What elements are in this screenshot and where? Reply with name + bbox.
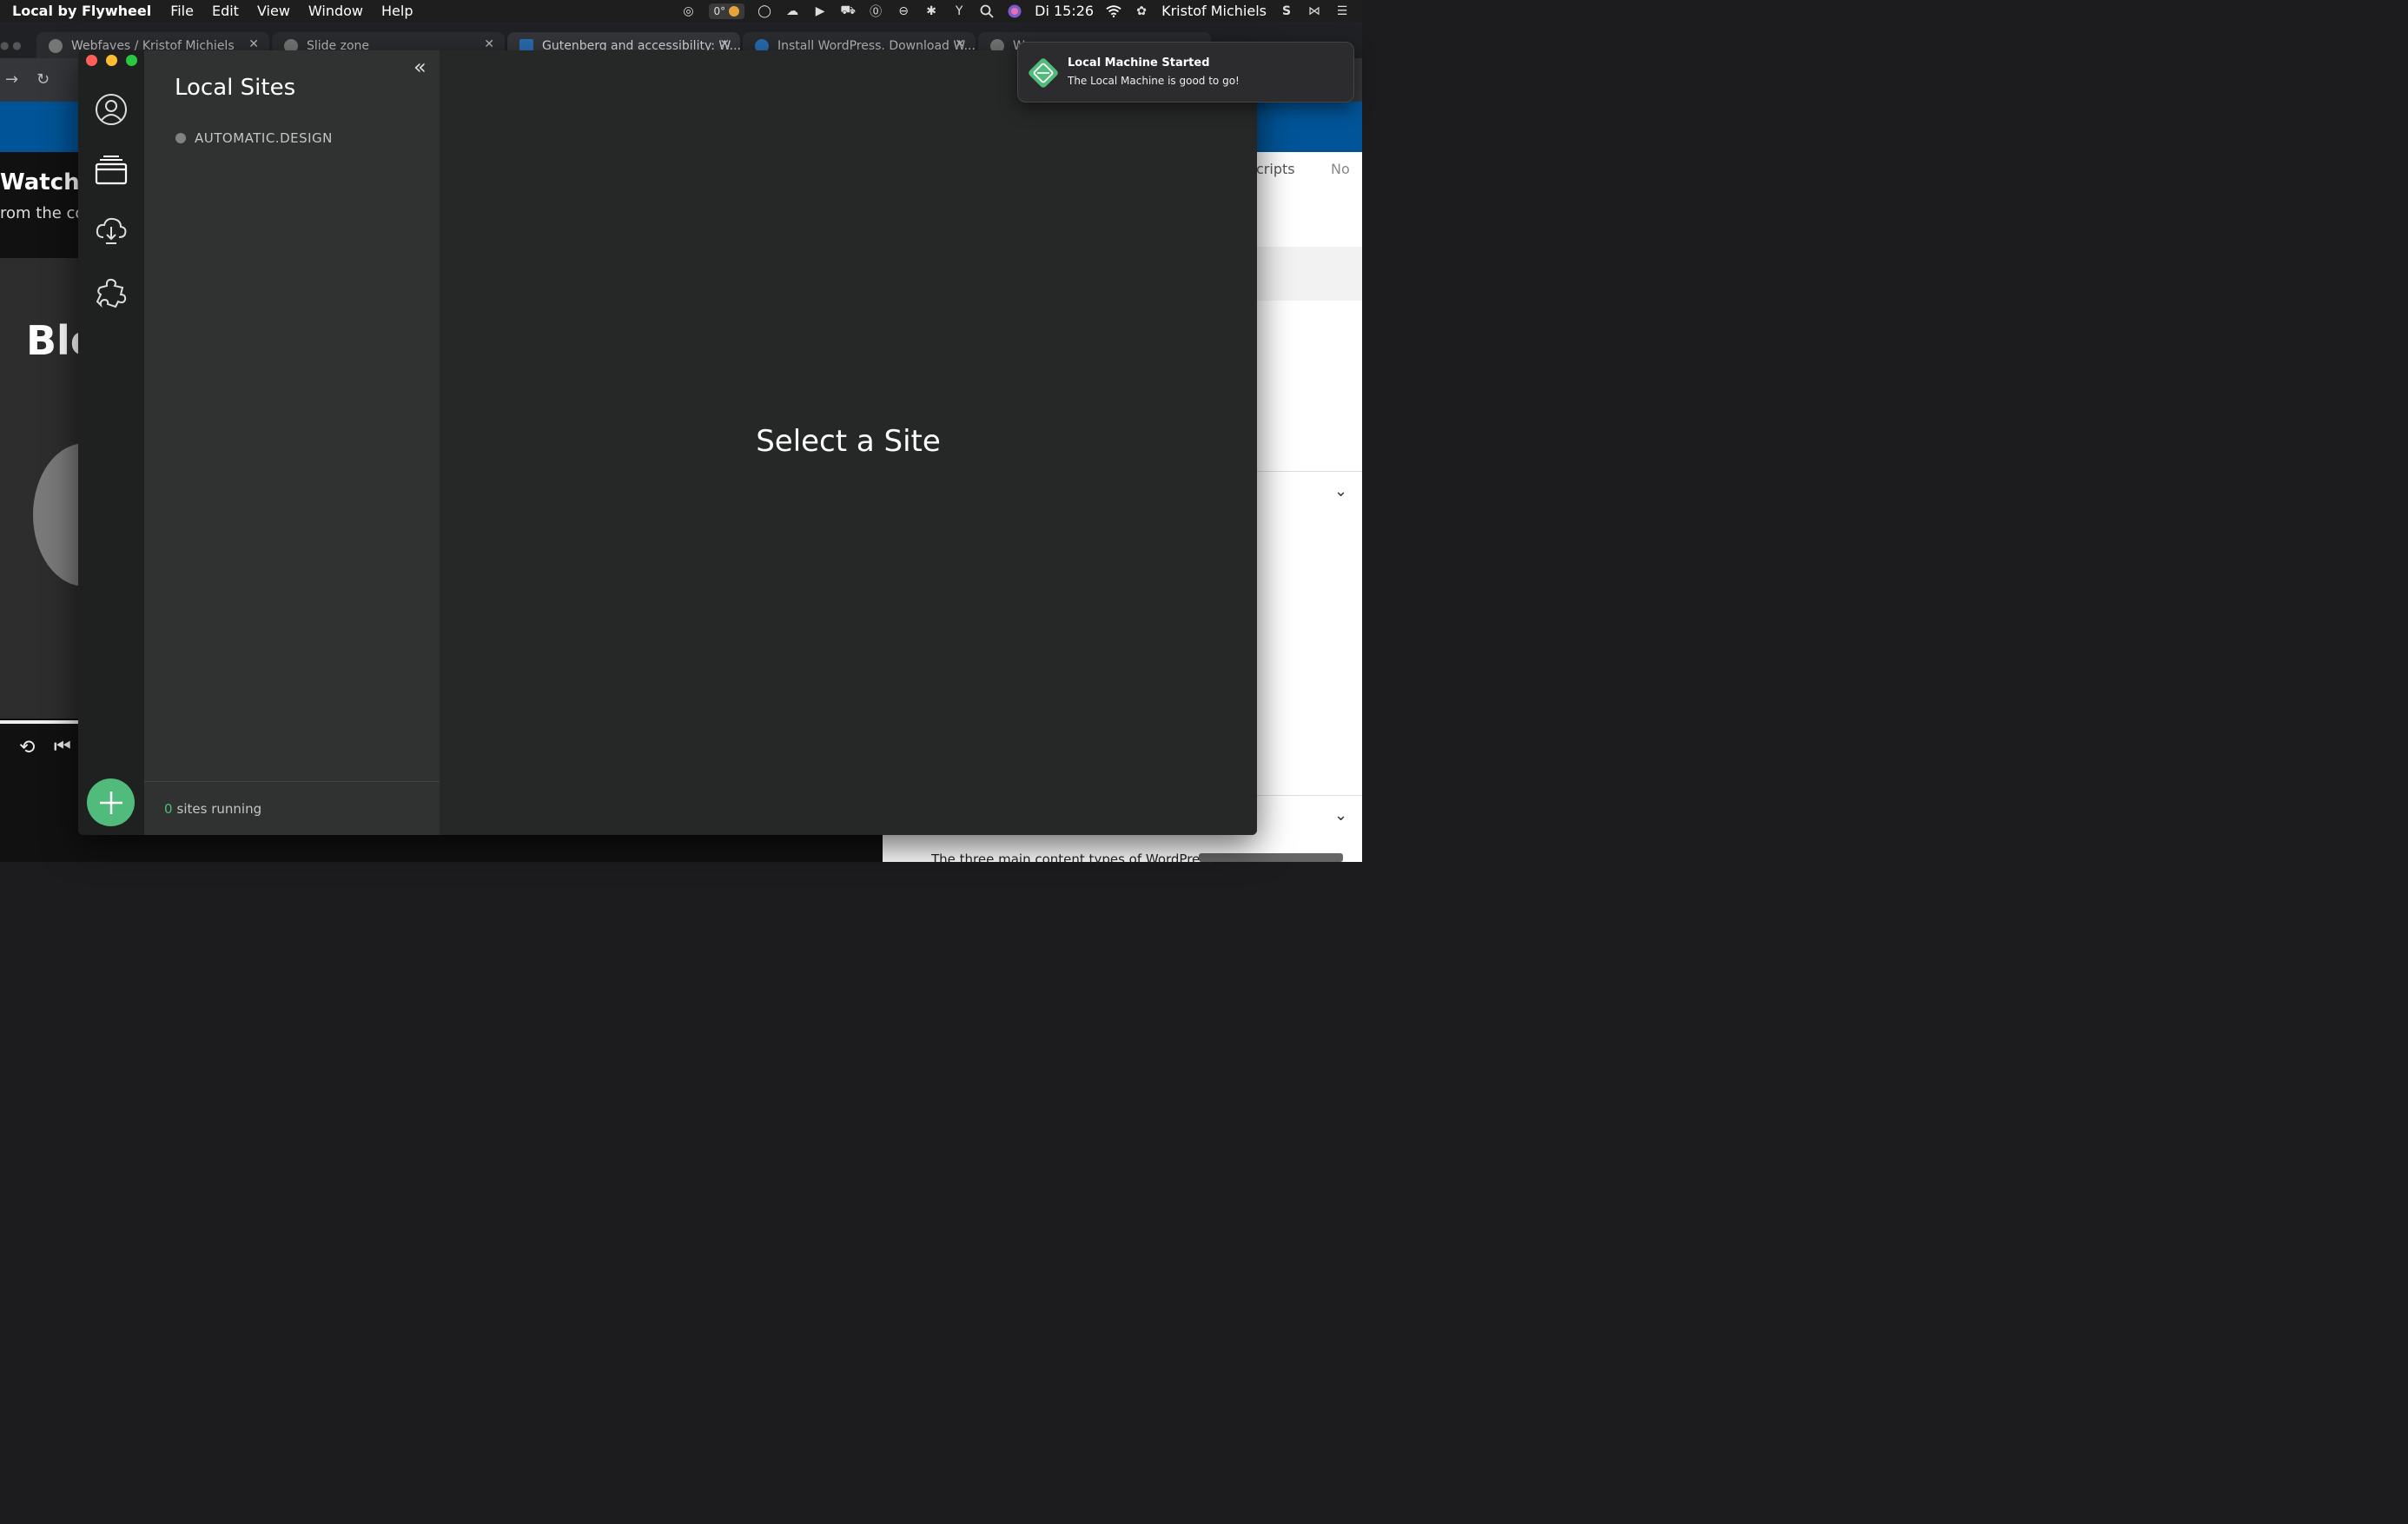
siri-icon[interactable] [1007,4,1022,18]
menu-extras: ◎ 0° ◯ ☁ ▶ ⛟ ⓪ ⊖ ✱ Y Di 15:26 ✿ Kristof … [681,3,1351,19]
notification-title: Local Machine Started [1068,56,1210,70]
notification-center-icon[interactable]: ☰ [1334,4,1350,18]
empty-state-message: Select a Site [756,424,941,459]
nav-addons[interactable] [94,275,129,309]
window-traffic-lights [86,55,137,66]
horizontal-scrollbar[interactable] [1199,853,1343,862]
close-icon[interactable]: ✕ [955,37,965,51]
reload-icon[interactable]: ↻ [36,70,50,89]
chevron-down-icon[interactable]: ⌄ [1334,482,1347,500]
menu-help[interactable]: Help [381,3,413,19]
site-status-dot [175,133,186,143]
forward-arrow-icon[interactable]: → [5,70,18,89]
toggle-icon[interactable]: ⊖ [896,4,911,18]
clock-text[interactable]: Di 15:26 [1035,3,1094,19]
wifi-icon[interactable] [1106,4,1121,18]
divider [1256,471,1362,472]
close-icon[interactable]: ✕ [248,37,259,51]
chevron-down-icon[interactable]: ⌄ [1334,806,1347,825]
plus-icon [99,791,122,814]
forklift-icon[interactable]: ⛟ [840,3,856,18]
panel-title: Local Sites [175,75,296,101]
globe-icon [49,39,63,53]
highlighted-row [1256,247,1362,301]
minimize-window-button[interactable] [106,55,117,66]
close-icon[interactable]: ✕ [719,37,730,51]
notification-banner[interactable]: Local Machine Started The Local Machine … [1017,42,1354,103]
user-flower-icon[interactable]: ✿ [1134,4,1149,18]
nav-account[interactable] [94,92,129,127]
menu-app-name[interactable]: Local by Flywheel [12,3,151,19]
spotlight-search-icon[interactable] [979,4,995,18]
user-name[interactable]: Kristof Michiels [1161,3,1267,19]
site-name: AUTOMATIC.DESIGN [195,130,333,146]
temperature-text: 0° [713,4,726,17]
cloud-download-icon [96,217,127,244]
menu-view[interactable]: View [257,3,290,19]
close-icon[interactable]: ✕ [484,37,494,51]
skip-back-icon[interactable]: ⏮ [54,736,71,758]
fork-icon[interactable]: Y [951,4,967,18]
site-detail-area: Select a Site [440,50,1257,835]
video-progress-bar[interactable] [0,720,78,724]
window-controls-dots: ● ● [0,39,22,51]
user-circle-icon [96,94,127,125]
local-app-window: Local Sites « AUTOMATIC.DESIGN 0 sites r… [78,50,1257,835]
menu-file[interactable]: File [170,3,194,19]
menu-edit[interactable]: Edit [212,3,239,19]
running-label: sites running [176,800,262,817]
menu-window[interactable]: Window [308,3,363,19]
menu-bar: Local by Flywheel File Edit View Window … [0,0,1362,22]
zoom-window-button[interactable] [126,55,137,66]
local-logo-icon [1029,58,1058,88]
nav-connect[interactable] [94,214,129,248]
add-site-button[interactable] [87,779,135,826]
cloud-sync-icon[interactable]: ☁ [784,4,800,18]
spiral-icon[interactable]: ◎ [681,4,697,18]
chat-bubble-icon[interactable]: ◯ [757,4,772,18]
weather-icon [729,5,740,17]
sites-stack-icon [95,156,128,185]
notes-tab[interactable]: No [1331,161,1350,177]
transcripts-tab[interactable]: cripts [1256,161,1295,177]
site-list-item[interactable]: AUTOMATIC.DESIGN [175,130,333,146]
local-sites-panel: Local Sites « AUTOMATIC.DESIGN 0 sites r… [144,50,440,835]
nav-sites[interactable] [94,153,129,188]
puzzle-addons-icon [96,278,127,308]
sites-running-footer: 0 sites running [144,781,440,835]
running-count: 0 [164,800,173,817]
weather-widget[interactable]: 0° [708,3,745,19]
play-circle-icon[interactable]: ▶ [812,4,828,18]
close-window-button[interactable] [86,55,97,66]
rewind-10-icon[interactable]: ⟲ [19,737,35,759]
s-brand-icon[interactable]: S [1279,4,1294,18]
notification-body: The Local Machine is good to go! [1068,75,1240,87]
collapse-panel-icon[interactable]: « [413,55,427,79]
bowtie-icon[interactable]: ⋈ [1307,4,1322,18]
lesson-text: The three main content types of WordPres… [931,851,1214,867]
password-manager-icon[interactable]: ⓪ [868,4,883,19]
app-nav-bar [78,50,144,835]
bluetooth-icon[interactable]: ✱ [923,4,939,18]
